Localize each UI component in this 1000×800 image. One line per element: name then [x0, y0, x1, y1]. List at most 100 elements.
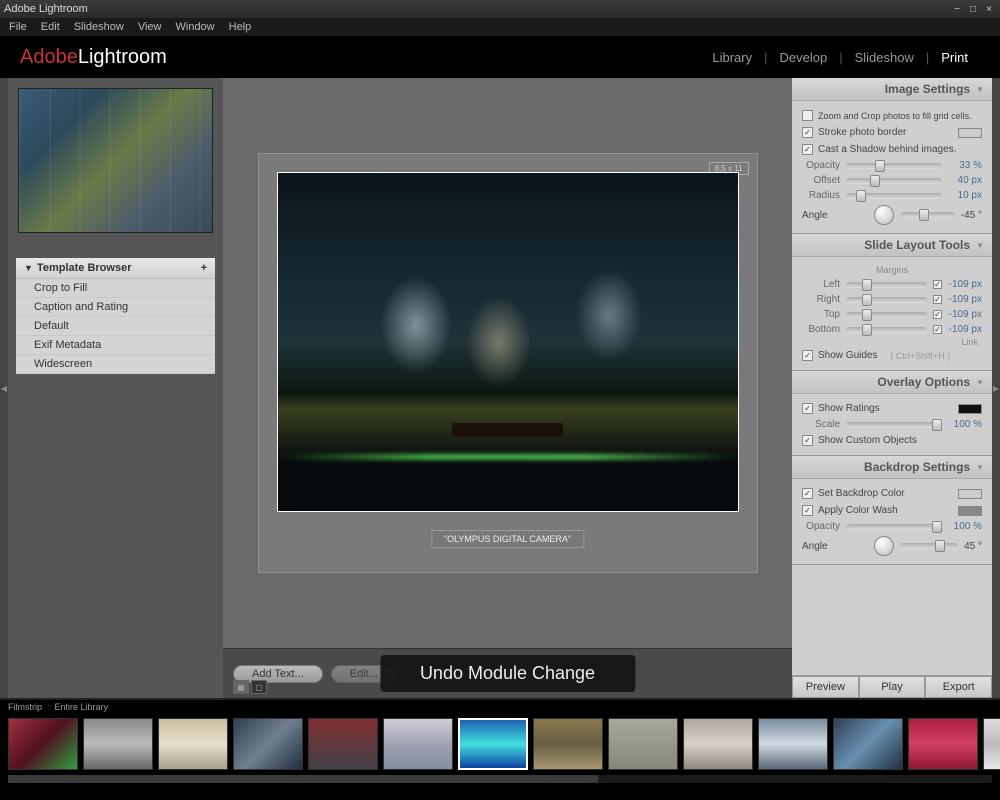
menu-slideshow[interactable]: Slideshow — [67, 19, 131, 35]
single-view-button[interactable]: ▢ — [251, 680, 267, 694]
grid-view-button[interactable]: ▦ — [233, 680, 249, 694]
opacity-slider[interactable] — [846, 163, 942, 169]
template-item[interactable]: Crop to Fill — [16, 279, 215, 298]
preview-button[interactable]: Preview — [792, 676, 859, 698]
filmstrip-thumb[interactable] — [608, 718, 678, 770]
filmstrip: Filmstrip : Entire Library — [0, 698, 1000, 782]
triangle-icon: ▼ — [970, 378, 984, 387]
backdrop-opacity-slider[interactable] — [846, 524, 942, 530]
stroke-checkbox[interactable]: ✓ — [802, 127, 813, 138]
filmstrip-thumb[interactable] — [683, 718, 753, 770]
scrollbar-thumb[interactable] — [8, 775, 598, 783]
filmstrip-thumb[interactable] — [83, 718, 153, 770]
right-action-bar: Preview Play Export — [792, 675, 992, 698]
overlay-header[interactable]: Overlay Options▼ — [792, 371, 992, 394]
menu-help[interactable]: Help — [222, 19, 259, 35]
color-wash-checkbox[interactable]: ✓ — [802, 505, 813, 516]
link-label: Link — [802, 337, 982, 347]
backdrop-panel: Backdrop Settings▼ ✓Set Backdrop Color ✓… — [792, 456, 992, 565]
margin-bottom-slider[interactable] — [846, 327, 927, 333]
link-left-checkbox[interactable]: ✓ — [933, 280, 942, 289]
template-item[interactable]: Caption and Rating — [16, 298, 215, 317]
module-print[interactable]: Print — [929, 50, 980, 65]
menu-file[interactable]: File — [2, 19, 34, 35]
margin-top-slider[interactable] — [846, 312, 927, 318]
brand-bar: AdobeLightroom Library| Develop| Slidesh… — [0, 36, 1000, 78]
left-sidebar: ▼ Template Browser + Crop to Fill Captio… — [8, 78, 223, 698]
ratings-color-swatch[interactable] — [958, 404, 982, 414]
filmstrip-row[interactable] — [0, 714, 1000, 774]
triangle-icon: ▼ — [970, 463, 984, 472]
backdrop-header[interactable]: Backdrop Settings▼ — [792, 456, 992, 479]
print-page[interactable]: 8.5 x 11 "OLYMPUS DIGITAL CAMERA" — [258, 153, 758, 573]
template-item[interactable]: Widescreen — [16, 355, 215, 374]
radius-slider[interactable] — [846, 193, 942, 199]
filmstrip-label: Filmstrip — [8, 702, 42, 712]
menu-window[interactable]: Window — [169, 19, 222, 35]
filmstrip-thumb[interactable] — [758, 718, 828, 770]
window-titlebar: Adobe Lightroom − □ × — [0, 0, 1000, 18]
template-browser-header[interactable]: ▼ Template Browser + — [16, 258, 215, 279]
margin-right-slider[interactable] — [846, 297, 927, 303]
left-collapse-handle[interactable]: ◀ — [0, 78, 8, 698]
menu-view[interactable]: View — [131, 19, 169, 35]
navigator-preview[interactable] — [18, 88, 213, 233]
filmstrip-thumb[interactable] — [908, 718, 978, 770]
image-cell[interactable] — [277, 172, 739, 512]
link-top-checkbox[interactable]: ✓ — [933, 310, 942, 319]
template-browser-panel: ▼ Template Browser + Crop to Fill Captio… — [16, 258, 215, 374]
backdrop-color-swatch[interactable] — [958, 489, 982, 499]
shadow-checkbox[interactable]: ✓ — [802, 144, 813, 155]
color-wash-label: Apply Color Wash — [818, 505, 898, 516]
image-settings-header[interactable]: Image Settings▼ — [792, 78, 992, 101]
slide-layout-header[interactable]: Slide Layout Tools▼ — [792, 234, 992, 257]
filmstrip-thumb[interactable] — [308, 718, 378, 770]
margin-left-slider[interactable] — [846, 282, 927, 288]
ratings-checkbox[interactable]: ✓ — [802, 403, 813, 414]
backdrop-angle-slider[interactable] — [900, 543, 959, 549]
custom-objects-label: Show Custom Objects — [818, 435, 917, 446]
module-slideshow[interactable]: Slideshow — [843, 50, 926, 65]
guides-checkbox[interactable]: ✓ — [802, 350, 813, 361]
module-develop[interactable]: Develop — [768, 50, 840, 65]
minimize-button[interactable]: − — [950, 3, 964, 15]
module-library[interactable]: Library — [700, 50, 764, 65]
brand-product: Lightroom — [78, 46, 167, 68]
filmstrip-scrollbar[interactable] — [8, 775, 992, 783]
link-right-checkbox[interactable]: ✓ — [933, 295, 942, 304]
center-area: 8.5 x 11 "OLYMPUS DIGITAL CAMERA" Add Te… — [223, 78, 792, 698]
filmstrip-thumb[interactable] — [383, 718, 453, 770]
template-item[interactable]: Exif Metadata — [16, 336, 215, 355]
menu-edit[interactable]: Edit — [34, 19, 67, 35]
scale-slider[interactable] — [846, 422, 942, 428]
close-button[interactable]: × — [982, 3, 996, 15]
filmstrip-thumb[interactable] — [8, 718, 78, 770]
custom-objects-checkbox[interactable]: ✓ — [802, 435, 813, 446]
template-item[interactable]: Default — [16, 317, 215, 336]
filmstrip-thumb[interactable] — [533, 718, 603, 770]
filmstrip-thumb[interactable] — [233, 718, 303, 770]
filmstrip-thumb[interactable] — [458, 718, 528, 770]
filmstrip-thumb[interactable] — [833, 718, 903, 770]
export-button[interactable]: Export — [925, 676, 992, 698]
wash-color-swatch[interactable] — [958, 506, 982, 516]
angle-knob[interactable] — [874, 205, 894, 225]
guides-hint: ( Ctrl+Shift+H ) — [890, 351, 950, 361]
filmstrip-thumb[interactable] — [983, 718, 1000, 770]
image-settings-panel: Image Settings▼ Zoom and Crop photos to … — [792, 78, 992, 234]
right-collapse-handle[interactable]: ▶ — [992, 78, 1000, 698]
angle-slider[interactable] — [900, 212, 955, 218]
backdrop-angle-knob[interactable] — [874, 536, 894, 556]
add-template-button[interactable]: + — [201, 262, 207, 274]
photo-caption[interactable]: "OLYMPUS DIGITAL CAMERA" — [431, 530, 584, 548]
overlay-options-panel: Overlay Options▼ ✓Show Ratings Scale100 … — [792, 371, 992, 456]
link-bottom-checkbox[interactable]: ✓ — [933, 325, 942, 334]
backdrop-color-checkbox[interactable]: ✓ — [802, 488, 813, 499]
filmstrip-source[interactable]: Entire Library — [55, 702, 109, 712]
maximize-button[interactable]: □ — [966, 3, 980, 15]
stroke-color-swatch[interactable] — [958, 128, 982, 138]
filmstrip-thumb[interactable] — [158, 718, 228, 770]
offset-slider[interactable] — [846, 178, 942, 184]
play-button[interactable]: Play — [859, 676, 926, 698]
zoom-crop-checkbox[interactable] — [802, 110, 813, 121]
